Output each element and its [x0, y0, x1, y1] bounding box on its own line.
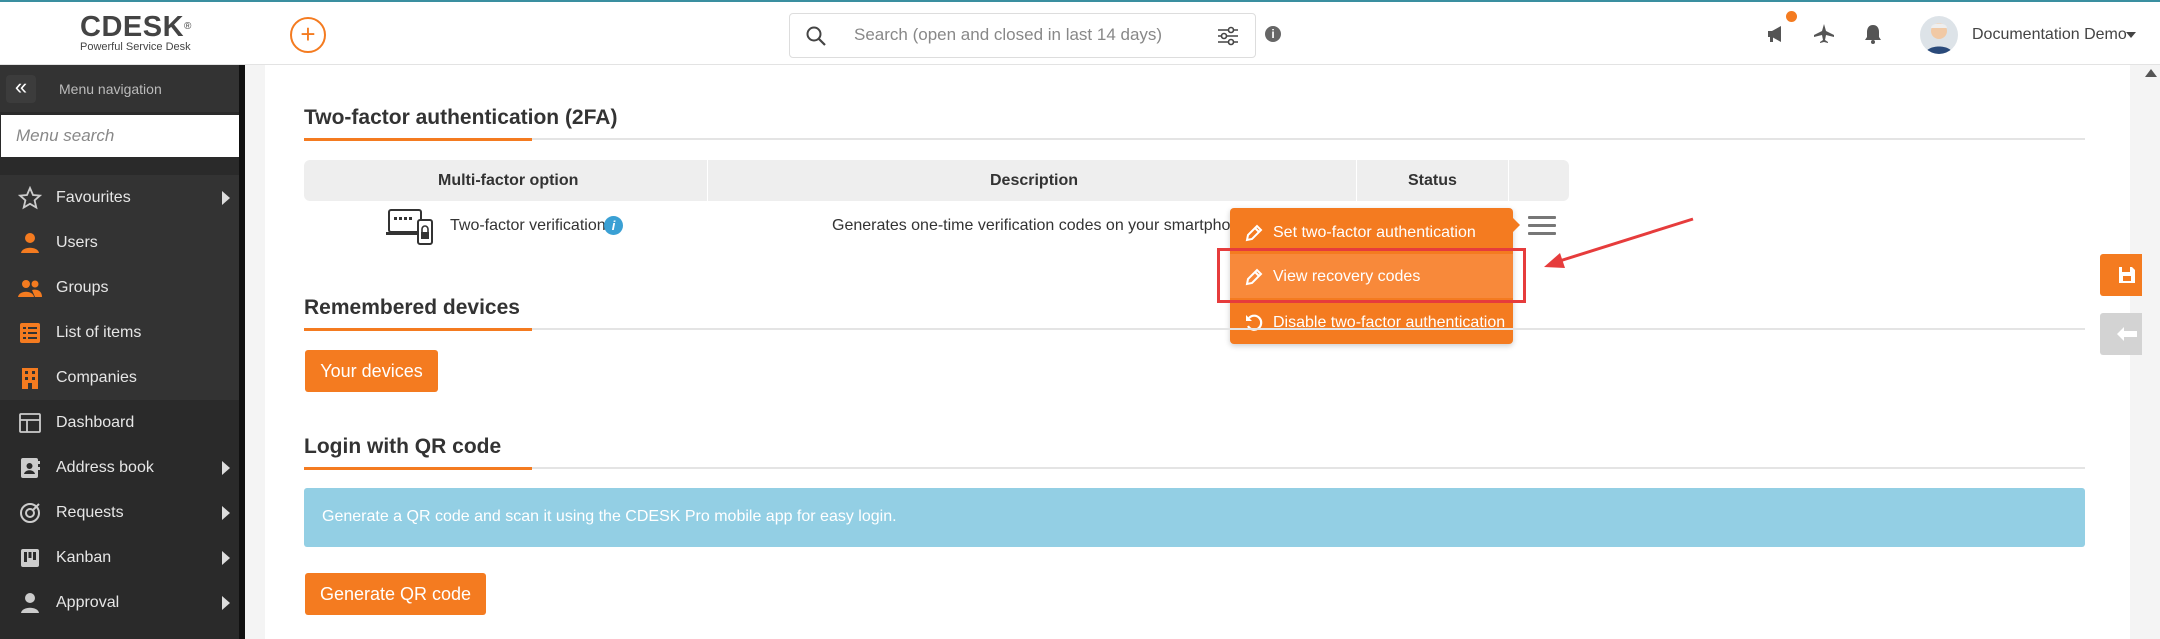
section-divider	[304, 328, 2085, 331]
submenu-arrow-icon	[222, 461, 230, 475]
sidebar-item-requests[interactable]: Requests	[0, 490, 239, 535]
column-header: Description	[990, 172, 1079, 189]
sidebar-item-address-book[interactable]: Address book	[0, 445, 239, 490]
sidebar-item-label: Address book	[56, 459, 154, 476]
sidebar-item-label: Companies	[56, 369, 137, 386]
sidebar-item-users[interactable]: Users	[0, 220, 239, 265]
column-separator	[1356, 160, 1357, 201]
add-new-button[interactable]: +	[290, 17, 326, 53]
address-book-icon	[21, 458, 40, 478]
highlight-box	[1217, 248, 1526, 303]
building-icon	[22, 368, 38, 389]
sidebar-item-label: Groups	[56, 279, 109, 296]
list-icon	[20, 323, 40, 343]
star-icon	[18, 186, 42, 210]
sidebar-header: « Menu navigation	[0, 65, 239, 112]
submenu-arrow-icon	[222, 506, 230, 520]
sidebar-item-label: Requests	[56, 504, 124, 521]
sidebar-item-label: Approval	[56, 594, 120, 611]
option-name: Two-factor verification	[450, 217, 606, 234]
menu-item-disable-2fa[interactable]: Disable two-factor authentication	[1230, 300, 1513, 344]
device-lock-icon	[386, 209, 433, 245]
user-icon	[21, 233, 39, 253]
requests-icon	[20, 503, 40, 523]
filter-settings-icon[interactable]	[1217, 26, 1239, 46]
sidebar-title: Menu navigation	[59, 81, 162, 97]
kanban-icon	[21, 549, 39, 567]
search-info-icon[interactable]: i	[1265, 26, 1281, 42]
sidebar-item-favourites[interactable]: Favourites	[0, 175, 239, 220]
page-scrollbar[interactable]	[2142, 65, 2160, 639]
user-menu-caret-icon[interactable]	[2126, 32, 2136, 38]
logo-tagline: Powerful Service Desk	[80, 41, 191, 53]
bell-icon[interactable]	[1863, 23, 1883, 45]
option-description: Generates one-time verification codes on…	[832, 217, 1253, 234]
section-divider	[304, 467, 2085, 470]
megaphone-icon[interactable]	[1765, 23, 1787, 45]
sidebar-item-label: Favourites	[56, 189, 131, 206]
sidebar-item-kanban[interactable]: Kanban	[0, 535, 239, 580]
submenu-arrow-icon	[222, 596, 230, 610]
search-icon	[806, 26, 826, 46]
sidebar-item-dashboard[interactable]: Dashboard	[0, 400, 239, 445]
annotation-arrow	[1544, 217, 1694, 268]
sidebar-item-label: Dashboard	[56, 414, 135, 431]
airplane-icon[interactable]	[1813, 23, 1835, 45]
column-separator	[707, 160, 708, 201]
pencil-icon	[1245, 224, 1263, 242]
floppy-disk-icon	[2119, 267, 2135, 283]
sidebar-item-label: Users	[56, 234, 98, 251]
section-title-qr: Login with QR code	[304, 435, 502, 458]
generate-qr-button[interactable]: Generate QR code	[305, 573, 486, 615]
sidebar-edge	[239, 65, 245, 639]
column-separator	[1508, 160, 1509, 201]
sidebar-item-label: List of items	[56, 324, 142, 341]
sidebar-item-approval[interactable]: Approval	[0, 580, 239, 625]
arrow-left-icon	[2117, 327, 2137, 341]
dashboard-icon	[19, 413, 41, 433]
your-devices-button[interactable]: Your devices	[305, 350, 438, 392]
approval-icon	[21, 593, 39, 613]
collapse-sidebar-icon[interactable]: «	[6, 75, 36, 103]
table-header: Multi-factor option Description Status	[304, 160, 1569, 201]
user-name[interactable]: Documentation Demo	[1972, 26, 2127, 44]
qr-info-banner: Generate a QR code and scan it using the…	[304, 488, 2085, 547]
sidebar-item-list-of-items[interactable]: List of items	[0, 310, 239, 355]
sidebar-item-groups[interactable]: Groups	[0, 265, 239, 310]
main-content	[265, 65, 2130, 639]
column-header: Status	[1408, 172, 1457, 189]
submenu-arrow-icon	[222, 551, 230, 565]
sidebar: « Menu navigation Favourites Users Group…	[0, 65, 245, 639]
column-header: Multi-factor option	[438, 172, 579, 189]
sidebar-item-label: Kanban	[56, 549, 112, 566]
search-input[interactable]	[854, 25, 1174, 45]
undo-icon	[1246, 314, 1263, 331]
cdesk-logo[interactable]: CDESK® Powerful Service Desk	[80, 11, 192, 54]
top-bar: CDESK® Powerful Service Desk + i Documen…	[0, 0, 2160, 65]
section-title-devices: Remembered devices	[304, 296, 520, 319]
scroll-up-icon[interactable]	[2145, 69, 2157, 77]
users-icon	[18, 280, 42, 297]
global-search	[789, 13, 1256, 58]
section-divider	[304, 138, 2085, 141]
logo-brand: CDESK®	[80, 11, 192, 43]
section-title-2fa: Two-factor authentication (2FA)	[304, 106, 618, 129]
option-info-icon[interactable]: i	[604, 216, 623, 235]
submenu-arrow-icon	[222, 191, 230, 205]
sidebar-item-companies[interactable]: Companies	[0, 355, 239, 400]
notification-dot	[1786, 11, 1797, 22]
menu-search-input[interactable]	[1, 115, 239, 157]
user-avatar[interactable]	[1920, 16, 1958, 54]
menu-item-label: Set two-factor authentication	[1273, 224, 1476, 241]
qr-info-text: Generate a QR code and scan it using the…	[322, 508, 897, 525]
